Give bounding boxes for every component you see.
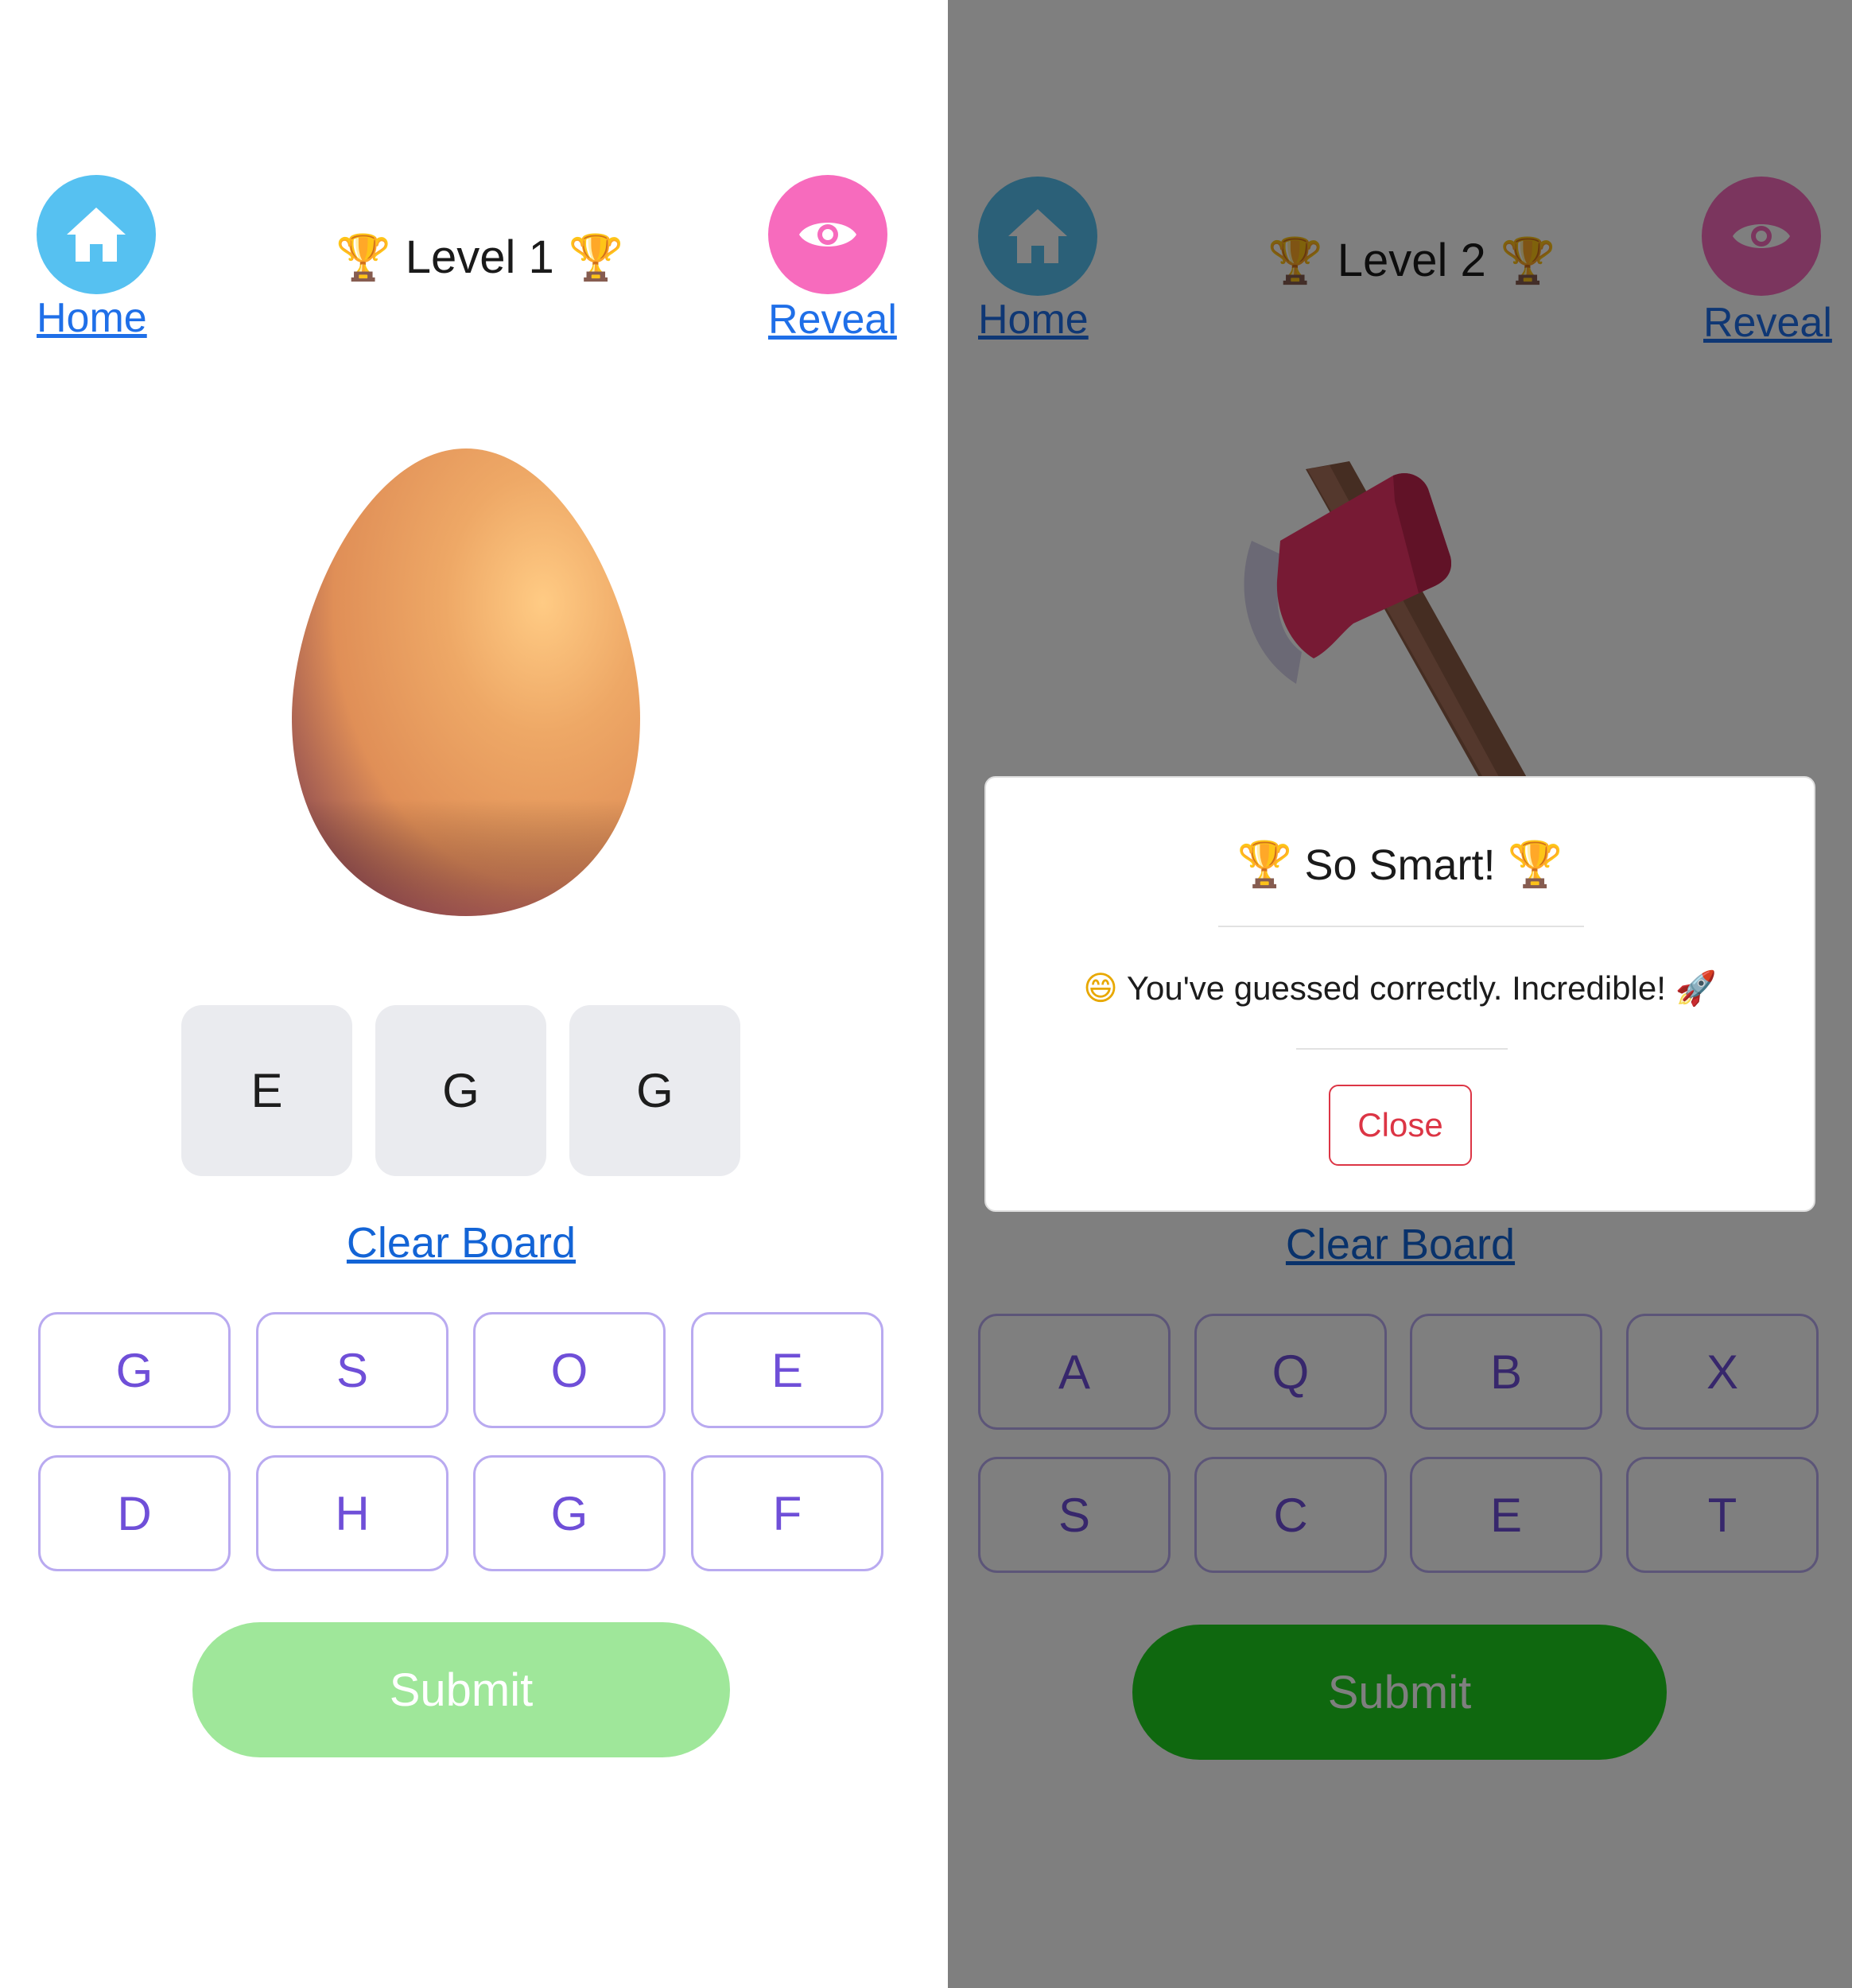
letter-button[interactable]: O <box>473 1312 666 1428</box>
trophy-icon: 🏆 <box>336 231 391 284</box>
modal-divider <box>1218 926 1584 927</box>
letter-button[interactable]: S <box>256 1312 448 1428</box>
eye-icon <box>799 223 856 247</box>
grinning-face-icon: 😄 <box>1083 969 1118 1008</box>
close-button[interactable]: Close <box>1329 1085 1472 1166</box>
modal-divider <box>1296 1048 1508 1050</box>
trophy-icon: 🏆 <box>1507 839 1563 891</box>
rocket-icon: 🚀 <box>1675 969 1717 1008</box>
modal-title-text: So Smart! <box>1304 841 1496 889</box>
modal-message: 😄 You've guessed correctly. Incredible! … <box>986 969 1814 1008</box>
reveal-link[interactable]: Reveal <box>768 296 897 344</box>
clear-board-link[interactable]: Clear Board <box>347 1218 576 1268</box>
left-screen: Home 🏆 Level 1 🏆 Reveal E G G Clear Boar… <box>0 0 948 1988</box>
answer-tile[interactable]: G <box>375 1005 546 1176</box>
submit-button[interactable]: Submit <box>192 1622 730 1757</box>
letter-button[interactable]: E <box>691 1312 883 1428</box>
modal-message-text: You've guessed correctly. Incredible! <box>1126 969 1666 1007</box>
trophy-icon: 🏆 <box>568 231 624 284</box>
letter-button[interactable]: G <box>473 1455 666 1571</box>
level-title: 🏆 Level 1 🏆 <box>336 231 624 284</box>
letter-button[interactable]: G <box>38 1312 231 1428</box>
right-screen: Home 🏆 Level 2 🏆 Reveal Clear Board A Q … <box>948 0 1852 1988</box>
egg-3d-icon <box>292 448 640 916</box>
answer-tile[interactable]: G <box>569 1005 740 1176</box>
reveal-button[interactable] <box>768 175 887 294</box>
level-title-text: Level 1 <box>405 231 554 283</box>
home-button[interactable] <box>37 175 156 294</box>
home-link[interactable]: Home <box>37 294 147 342</box>
home-icon <box>67 208 126 262</box>
success-modal: 🏆 So Smart! 🏆 😄 You've guessed correctly… <box>984 776 1815 1212</box>
answer-tile[interactable]: E <box>181 1005 352 1176</box>
letter-button[interactable]: D <box>38 1455 231 1571</box>
trophy-icon: 🏆 <box>1237 839 1293 891</box>
modal-title: 🏆 So Smart! 🏆 <box>986 838 1814 891</box>
letter-button[interactable]: F <box>691 1455 883 1571</box>
letter-button[interactable]: H <box>256 1455 448 1571</box>
